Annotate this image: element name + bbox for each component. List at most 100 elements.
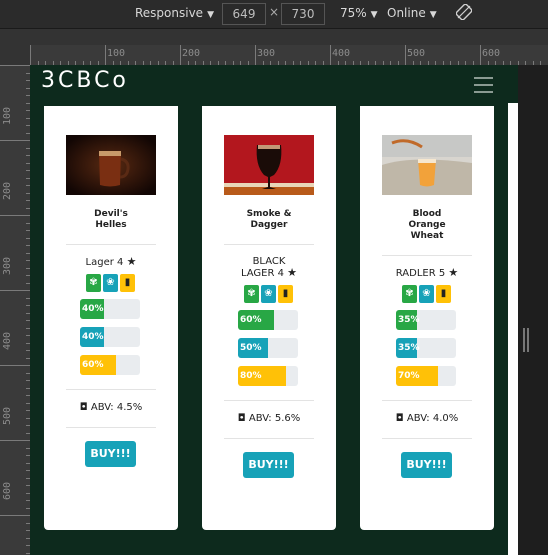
bottle-icon: ▮ xyxy=(120,274,135,292)
progress-fill: 35% xyxy=(396,310,420,330)
product-name-line: Wheat xyxy=(410,231,444,241)
abv-value: ABV: 4.0% xyxy=(406,413,459,424)
brand-logo[interactable]: 3CBCo xyxy=(41,68,129,93)
buy-button[interactable]: BUY!!! xyxy=(85,441,136,467)
progress-bar: 35% xyxy=(396,338,456,358)
flavor-icons: ✾ ❀ ▮ xyxy=(244,285,294,303)
divider xyxy=(66,389,156,390)
network-select[interactable]: Online ▼ xyxy=(387,6,437,20)
progress-bar: 50% xyxy=(238,338,298,358)
ruler-tick xyxy=(0,290,30,291)
ruler-label: 500 xyxy=(2,406,13,425)
progress-bar: 40% xyxy=(80,327,140,347)
product-card: Blood Orange Wheat RADLER 5 ★ ✾ ❀ ▮ 35% … xyxy=(360,106,494,530)
media-query-bar xyxy=(0,29,548,45)
zoom-select[interactable]: 75% ▼ xyxy=(340,6,378,20)
ruler-label: 600 xyxy=(2,481,13,500)
progress-bar: 60% xyxy=(80,355,140,375)
product-name: Devil's Helles xyxy=(44,209,178,231)
abv-value: ABV: 5.6% xyxy=(248,413,301,424)
progress-fill: 40% xyxy=(80,299,104,319)
divider xyxy=(382,438,472,439)
chevron-down-icon: ▼ xyxy=(429,10,437,20)
star-icon: ★ xyxy=(448,266,459,279)
divider xyxy=(224,400,314,401)
beer-style-label: LAGER 4 xyxy=(240,268,284,279)
abv-text: ◘ ABV: 4.5% xyxy=(44,402,178,413)
progress-bar: 70% xyxy=(396,366,456,386)
product-card: Smoke & Dagger BLACK LAGER 4 ★ ✾ ❀ ▮ 60%… xyxy=(202,106,336,530)
ruler-tick xyxy=(180,45,181,65)
abv-text: ◘ ABV: 5.6% xyxy=(202,413,336,424)
ruler-tick xyxy=(0,515,30,516)
flavor-icons: ✾ ❀ ▮ xyxy=(86,274,136,292)
progress-fill: 35% xyxy=(396,338,420,358)
buy-button[interactable]: BUY!!! xyxy=(243,452,294,478)
device-select[interactable]: Responsive ▼ xyxy=(135,6,214,20)
ruler-label: 200 xyxy=(182,48,201,59)
ruler-label: 600 xyxy=(482,48,501,59)
progress-bar: 40% xyxy=(80,299,140,319)
progress-bar: 60% xyxy=(238,310,298,330)
buy-button[interactable]: BUY!!! xyxy=(401,452,452,478)
ruler-label: 400 xyxy=(2,331,13,350)
product-name-line: Orange xyxy=(408,220,446,230)
leaf-icon: ❀ xyxy=(103,274,118,292)
vertical-ruler: 100 200 300 400 500 600 xyxy=(0,65,30,555)
ruler-tick xyxy=(105,45,106,65)
chevron-down-icon: ▼ xyxy=(370,10,378,20)
hamburger-menu-icon[interactable] xyxy=(474,77,493,98)
next-card-edge xyxy=(508,103,518,555)
ruler-label: 100 xyxy=(2,106,13,125)
leaf-icon: ❀ xyxy=(419,285,434,303)
product-name-line: Devil's xyxy=(94,209,128,219)
dimension-separator: × xyxy=(269,5,280,19)
ruler-tick xyxy=(0,215,30,216)
ruler-label: 300 xyxy=(2,256,13,275)
ruler-label: 500 xyxy=(407,48,426,59)
divider xyxy=(382,255,472,256)
ruler-label: 100 xyxy=(107,48,126,59)
ruler-tick xyxy=(255,45,256,65)
ruler-label: 200 xyxy=(2,181,13,200)
progress-bar: 80% xyxy=(238,366,298,386)
hop-icon: ✾ xyxy=(402,285,417,303)
progress-fill: 50% xyxy=(238,338,268,358)
ruler-tick xyxy=(0,65,30,66)
ruler-tick xyxy=(0,365,30,366)
product-name-line: Dagger xyxy=(250,220,288,230)
progress-fill: 80% xyxy=(238,366,286,386)
rotate-icon[interactable] xyxy=(455,3,473,23)
product-name: Blood Orange Wheat xyxy=(360,209,494,242)
abv-text: ◘ ABV: 4.0% xyxy=(360,413,494,424)
ruler-corner xyxy=(0,45,30,65)
navbar: 3CBCo xyxy=(30,65,518,103)
ruler-label: 400 xyxy=(332,48,351,59)
beer-mug-icon: ◘ xyxy=(237,413,246,424)
height-input[interactable]: 730 xyxy=(281,3,325,25)
ruler-tick xyxy=(330,45,331,65)
progress-fill: 60% xyxy=(238,310,274,330)
devtools-toolbar: Responsive ▼ 649 × 730 75% ▼ Online ▼ xyxy=(0,0,548,29)
ruler-tick xyxy=(480,45,481,65)
beer-style-label: BLACK xyxy=(252,256,286,267)
star-icon: ★ xyxy=(126,255,137,268)
product-image xyxy=(66,135,156,195)
beer-style: BLACK LAGER 4 ★ xyxy=(202,256,336,279)
beer-mug-icon: ◘ xyxy=(79,402,88,413)
device-label: Responsive xyxy=(135,6,204,20)
ruler-tick xyxy=(30,45,31,65)
bottle-icon: ▮ xyxy=(278,285,293,303)
product-card: Devil's Helles Lager 4 ★ ✾ ❀ ▮ 40% 40% 6… xyxy=(44,106,178,530)
flavor-icons: ✾ ❀ ▮ xyxy=(402,285,452,303)
zoom-label: 75% xyxy=(340,6,367,20)
network-label: Online xyxy=(387,6,426,20)
width-input[interactable]: 649 xyxy=(222,3,266,25)
divider xyxy=(66,427,156,428)
hop-icon: ✾ xyxy=(86,274,101,292)
product-name-line: Smoke & xyxy=(246,209,292,219)
resize-handle[interactable] xyxy=(523,328,529,352)
site-viewport: 3CBCo Devil's Helles Lager 4 ★ ✾ ❀ ▮ 40%… xyxy=(30,65,518,555)
beer-style-label: Lager 4 xyxy=(85,257,124,268)
divider xyxy=(224,244,314,245)
